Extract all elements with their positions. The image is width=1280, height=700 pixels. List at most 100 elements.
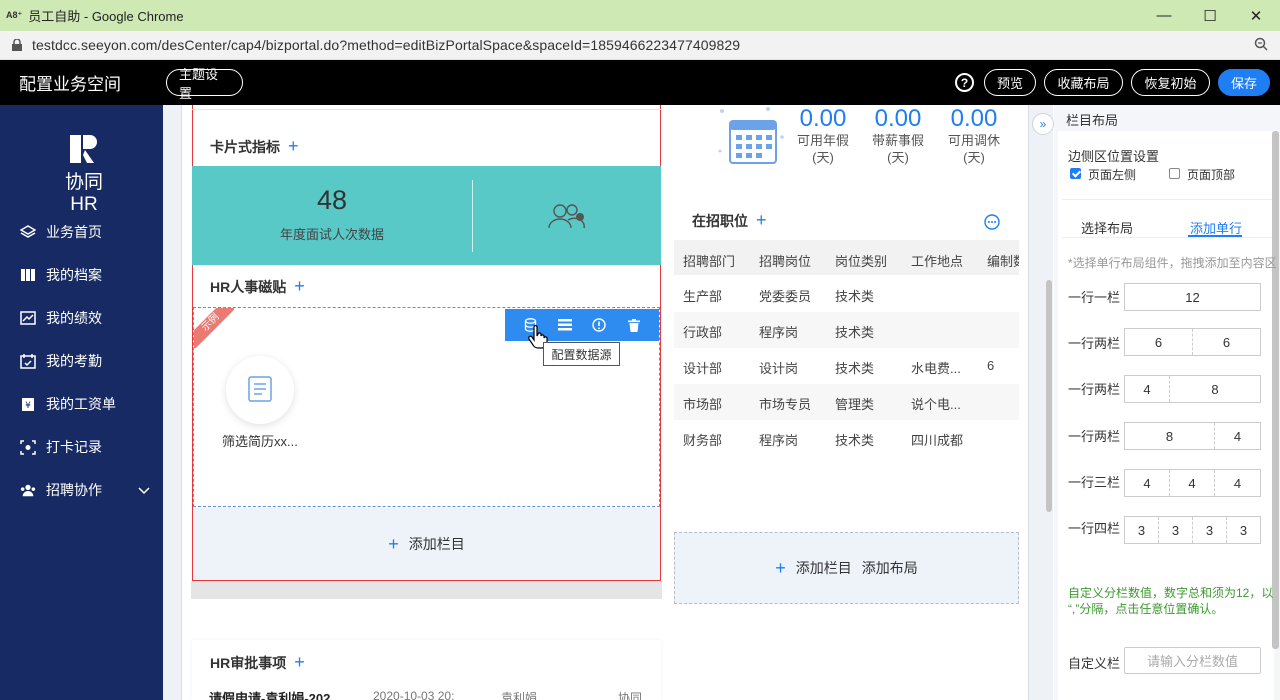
hr-logo-icon (70, 135, 98, 163)
layers-icon (20, 224, 36, 240)
browser-titlebar: A8⁺ 员工自助 - Google Chrome — ☐ ✕ (0, 0, 1280, 31)
sticker-app[interactable] (226, 356, 294, 424)
approval-title: HR审批事项 + (210, 652, 305, 673)
approval-item-person: 袁利娟 (501, 691, 538, 700)
layout-option-4-8[interactable]: 4 8 (1124, 375, 1261, 403)
restore-button[interactable]: 恢复初始 (1131, 69, 1210, 96)
custom-column-input[interactable]: 请输入分栏数值 (1124, 647, 1261, 674)
info-icon[interactable] (591, 317, 607, 333)
table-cell: 说个电... (911, 397, 961, 412)
add-column-button[interactable]: + 添加栏目 (193, 508, 660, 580)
leave-balance-card: 0.00 可用年假 (天) 0.00 带薪事假 (天) 0.00 可用调休 (天) (674, 105, 1019, 185)
table-cell: 设计部 (683, 361, 723, 376)
theme-settings-button[interactable]: 主题设置 (166, 67, 243, 101)
sidebar-item-payslip[interactable]: ¥ 我的工资单 (20, 393, 116, 415)
url-text[interactable]: testdcc.seeyon.com/desCenter/cap4/bizpor… (32, 37, 740, 53)
layout-seg: 12 (1185, 289, 1200, 305)
layout-seg: 3 (1125, 517, 1159, 543)
top-divider (192, 105, 661, 110)
sidebar-item-archive[interactable]: 我的档案 (20, 264, 102, 286)
row-footer (191, 581, 662, 599)
add-layout-zone[interactable]: + 添加栏目 添加布局 (674, 532, 1019, 604)
approval-item-title[interactable]: 请假申请-袁利娟-202 (209, 688, 330, 700)
column-header: 编制数 (987, 254, 1019, 269)
add-icon[interactable]: + (294, 276, 305, 297)
indicator-value: 48 (316, 185, 348, 215)
sticker-app-name[interactable]: 筛选简历xx... (222, 431, 298, 450)
section-title-text: HR审批事项 (210, 654, 287, 671)
preview-button[interactable]: 预览 (984, 69, 1036, 96)
layout-option-4-4-4[interactable]: 4 4 4 (1124, 469, 1261, 497)
panel-scrollbar[interactable] (1272, 131, 1279, 649)
add-icon[interactable]: + (756, 210, 767, 231)
add-icon[interactable]: + (288, 136, 299, 157)
sidebar: 协同HR 业务首页 我的档案 我的绩效 我的考勤 ¥ 我的工资单 打卡记录 招聘… (0, 105, 163, 700)
sidebar-item-label: 我的档案 (46, 267, 102, 283)
layout-option-6-6[interactable]: 6 6 (1124, 328, 1261, 356)
archive-icon (20, 267, 36, 283)
layout-option-3-3-3-3[interactable]: 3 3 3 3 (1124, 516, 1261, 544)
layout-seg: 4 (1170, 470, 1215, 496)
collapse-panel-icon[interactable]: » (1032, 113, 1054, 135)
sidebar-item-performance[interactable]: 我的绩效 (20, 307, 102, 329)
add-column-link[interactable]: 添加栏目 (796, 558, 852, 578)
leave-annual-value: 0.00 (799, 105, 847, 132)
layout-option-8-4[interactable]: 8 4 (1124, 422, 1261, 450)
close-icon[interactable]: ✕ (1233, 0, 1279, 31)
sample-ribbon: 示例 (194, 308, 234, 348)
save-button[interactable]: 保存 (1218, 69, 1270, 96)
left-side-label[interactable]: 页面左侧 (1088, 166, 1136, 183)
leave-comp-value: 0.00 (950, 105, 998, 132)
approval-item-source: 协同 (618, 691, 643, 700)
zoom-icon[interactable] (1254, 37, 1268, 54)
lock-icon (12, 38, 22, 51)
jobs-title: 在招职位 + (692, 210, 767, 231)
sidebar-item-punch[interactable]: 打卡记录 (20, 436, 102, 458)
layout-seg: 8 (1125, 423, 1215, 449)
sidebar-item-attendance[interactable]: 我的考勤 (20, 350, 102, 372)
sidebar-item-home[interactable]: 业务首页 (20, 221, 102, 243)
divider (1062, 199, 1272, 200)
layout-label: 一行三栏 (1068, 475, 1121, 490)
leave-annual-label: 可用年假 (天) (796, 133, 849, 165)
column-header: 工作地点 (911, 254, 964, 269)
top-side-label[interactable]: 页面顶部 (1187, 166, 1235, 183)
indicator-card[interactable]: 48 年度面试人次数据 (192, 166, 661, 265)
canvas-scrollbar[interactable] (1046, 280, 1052, 512)
sidebar-item-label: 我的考勤 (46, 353, 102, 369)
tooltip: 配置数据源 (543, 342, 620, 366)
help-icon[interactable]: ? (955, 73, 974, 92)
sidebar-item-recruit[interactable]: 招聘协作 (20, 479, 150, 501)
app-logo-icon: A8⁺ (6, 10, 23, 20)
table-cell: 财务部 (683, 433, 723, 448)
more-icon[interactable] (984, 214, 1000, 233)
layout-option-12[interactable]: 12 (1124, 283, 1261, 311)
address-bar[interactable]: testdcc.seeyon.com/desCenter/cap4/bizpor… (0, 31, 1280, 60)
section-title-text: 卡片式指标 (210, 138, 280, 155)
top-side-checkbox[interactable] (1169, 168, 1180, 179)
table-cell: 程序岗 (759, 433, 799, 448)
list-icon[interactable] (557, 317, 573, 333)
minimize-icon[interactable]: — (1141, 0, 1187, 31)
indicator-label: 年度面试人次数据 (279, 227, 384, 242)
table-cell: 管理类 (835, 397, 875, 412)
add-icon[interactable]: + (294, 652, 305, 673)
left-side-checkbox[interactable] (1070, 168, 1081, 179)
column-header: 岗位类别 (835, 254, 888, 269)
chevron-down-icon[interactable] (138, 482, 150, 498)
layout-seg: 4 (1125, 376, 1170, 402)
sidebar-item-label: 打卡记录 (46, 439, 102, 455)
sidebar-item-label: 我的绩效 (46, 310, 102, 326)
add-layout-link[interactable]: 添加布局 (862, 558, 918, 578)
table-cell: 党委委员 (759, 289, 812, 304)
table-cell: 市场专员 (759, 397, 812, 412)
save-layout-button[interactable]: 收藏布局 (1044, 69, 1123, 96)
indicator-divider (472, 180, 473, 252)
table-cell: 水电费... (911, 361, 961, 376)
resume-icon (248, 375, 272, 405)
delete-icon[interactable] (626, 317, 642, 333)
maximize-icon[interactable]: ☐ (1187, 0, 1233, 31)
tab-select-layout[interactable]: 选择布局 (1081, 218, 1133, 237)
table-cell: 技术类 (835, 433, 875, 448)
page-title: 配置业务空间 (19, 75, 121, 94)
